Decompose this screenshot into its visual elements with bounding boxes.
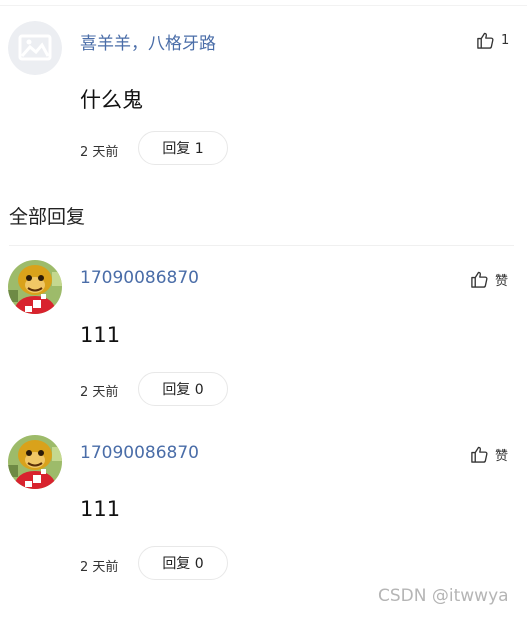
thumbs-up-icon — [477, 32, 494, 49]
like-button[interactable]: 赞 — [470, 270, 508, 289]
section-title: 全部回复 — [9, 206, 86, 228]
reply-button[interactable]: 回复 0 — [138, 546, 228, 580]
reply-content: 111 — [80, 497, 121, 521]
monkey-avatar-icon — [8, 260, 62, 314]
comment-content: 什么鬼 — [80, 88, 143, 112]
like-button[interactable]: 赞 — [470, 445, 508, 464]
reply-time: 2 天前 — [80, 560, 119, 575]
thumbs-up-icon — [471, 271, 488, 288]
reply-username[interactable]: 17090086870 — [80, 443, 199, 463]
image-placeholder-icon — [8, 21, 62, 75]
reply-time: 2 天前 — [80, 385, 119, 400]
reply-username[interactable]: 17090086870 — [80, 268, 199, 288]
thumbs-up-icon — [471, 446, 488, 463]
avatar[interactable] — [8, 435, 62, 489]
like-count: 1 — [501, 33, 510, 48]
section-divider — [9, 245, 514, 246]
reply-content: 111 — [80, 323, 121, 347]
like-label: 赞 — [495, 274, 509, 289]
like-label: 赞 — [495, 449, 509, 464]
avatar[interactable] — [8, 21, 62, 75]
top-divider — [0, 5, 527, 6]
comment-username[interactable]: 喜羊羊，八格牙路 — [80, 29, 216, 54]
comment-time: 2 天前 — [80, 145, 119, 160]
reply-button[interactable]: 回复 0 — [138, 372, 228, 406]
monkey-avatar-icon — [8, 435, 62, 489]
reply-button[interactable]: 回复 1 — [138, 131, 228, 165]
like-button[interactable]: 1 — [476, 31, 509, 50]
avatar[interactable] — [8, 260, 62, 314]
watermark: CSDN @itwwya — [378, 586, 509, 606]
